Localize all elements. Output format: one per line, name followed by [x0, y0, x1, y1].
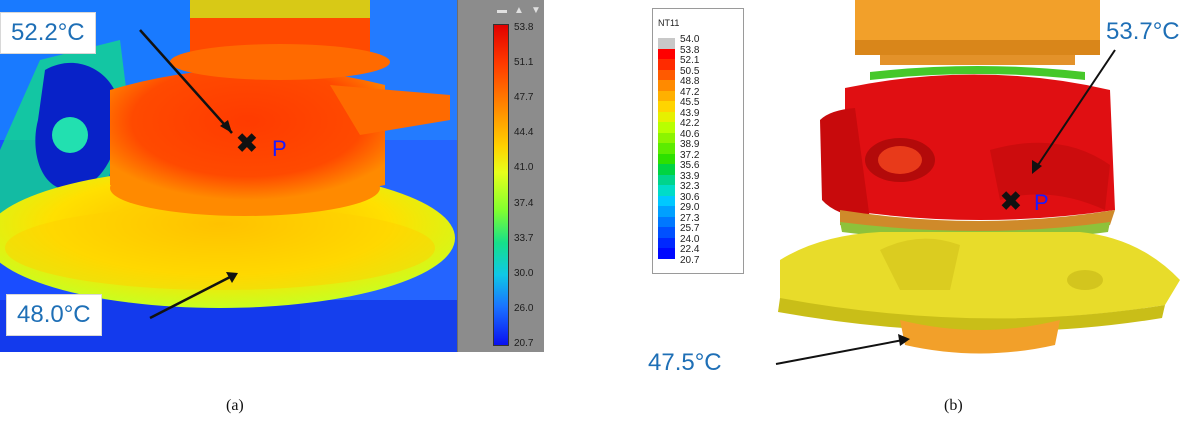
legend-value: 43.9: [680, 107, 700, 119]
point-label-a: P: [272, 136, 287, 161]
legend-swatch: [658, 248, 675, 259]
legend-swatch: [658, 101, 675, 112]
legend-value: 42.2: [680, 118, 700, 129]
point-marker-a: ✖: [236, 128, 258, 158]
legend-value: 35.6: [680, 160, 700, 171]
legend-value: 32.3: [680, 181, 700, 192]
legend-value: 24.0: [680, 233, 700, 245]
legend-swatch: [658, 237, 675, 249]
scale-color-icon: ▬: [497, 5, 507, 16]
temp-label-b-bottom: 47.5°C: [648, 349, 722, 376]
thermal-scale-tick: 33.7: [514, 232, 534, 244]
thermal-scale-tick: 41.0: [514, 162, 534, 174]
legend-swatch: [658, 38, 675, 49]
legend-swatch: [658, 59, 675, 70]
legend-value: 53.8: [680, 44, 700, 56]
legend-value: 40.6: [680, 128, 700, 140]
thermal-scale-tick: 37.4: [514, 197, 534, 209]
legend-value: 27.3: [680, 212, 700, 224]
thermal-scale-tick: 51.1: [514, 57, 534, 69]
point-label-b: P: [1034, 190, 1049, 215]
legend-value: 22.4: [680, 244, 700, 255]
thermal-scale-tick: 30.0: [514, 267, 534, 279]
legend-value: 48.8: [680, 76, 700, 87]
legend-value: 20.7: [680, 254, 700, 266]
thermal-scale-tick: 44.4: [514, 127, 534, 139]
legend-value: 50.5: [680, 65, 700, 77]
scale-down-icon: ▼: [531, 5, 541, 16]
legend-swatch: [658, 185, 675, 196]
point-marker-b: ✖: [1000, 186, 1022, 216]
legend-swatch: [658, 90, 675, 102]
thermal-color-scale: [493, 24, 509, 346]
legend-swatch: [658, 111, 675, 123]
caption-b: (b): [944, 397, 963, 414]
legend-swatch: [658, 164, 675, 175]
temp-label-a-bottom: 48.0°C: [6, 294, 102, 336]
legend-swatch: [658, 195, 675, 207]
legend-swatch: [658, 143, 675, 154]
scale-up-icon: ▲: [514, 5, 524, 16]
legend-value: 54.0: [680, 34, 700, 45]
legend-swatch: [658, 153, 675, 165]
legend-value: 30.6: [680, 191, 700, 203]
legend-value: 45.5: [680, 97, 700, 108]
legend-value: 29.0: [680, 202, 700, 213]
temp-label-b-top: 53.7°C: [1106, 18, 1180, 45]
legend-swatch: [658, 69, 675, 81]
legend-value: 47.2: [680, 86, 700, 98]
thermal-scale-tick: 47.7: [514, 92, 534, 104]
legend-swatch: [658, 48, 675, 60]
thermal-scale-tick: 20.7: [514, 338, 534, 349]
temp-label-a-top: 52.2°C: [0, 12, 96, 54]
legend-value: 37.2: [680, 149, 700, 161]
legend-value: 52.1: [680, 55, 700, 66]
legend-swatch: [658, 174, 675, 186]
legend-value: 38.9: [680, 139, 700, 150]
thermal-scale-tick: 26.0: [514, 302, 534, 314]
legend-swatch: [658, 80, 675, 91]
legend-value: 25.7: [680, 223, 700, 234]
simulation-model-graphic: [775, 0, 1180, 365]
thermal-scale-tick: 53.8: [514, 22, 534, 33]
legend-value: 33.9: [680, 170, 700, 182]
legend-swatch: [658, 132, 675, 144]
legend-title: NT11: [658, 18, 680, 28]
legend-swatch: [658, 216, 675, 228]
caption-a: (a): [226, 397, 244, 414]
legend-swatch: [658, 206, 675, 217]
legend-swatch: [658, 227, 675, 238]
legend-swatch: [658, 122, 675, 133]
